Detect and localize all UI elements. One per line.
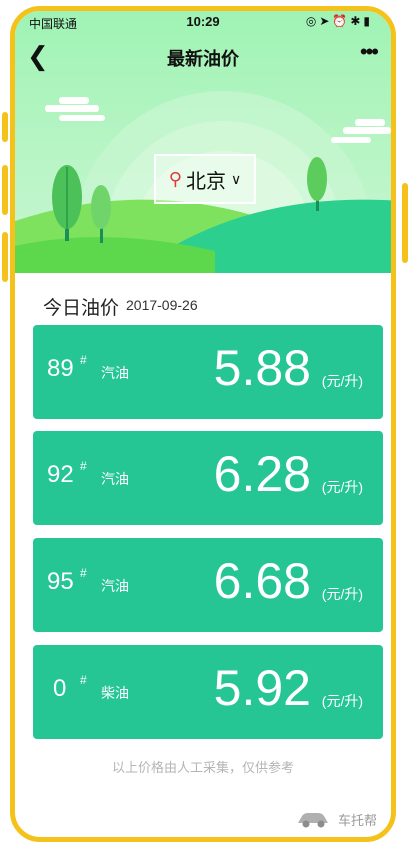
section-title: 今日油价 xyxy=(43,298,120,319)
fuel-grade: 95 xyxy=(47,568,74,595)
phone-side-button xyxy=(2,112,8,142)
price-card: 89 # 汽油 5.88 (元/升) xyxy=(33,325,383,419)
price-card: 0 # 柴油 5.92 (元/升) xyxy=(33,645,383,739)
brand-name: 车托帮 xyxy=(337,812,377,828)
fuel-type: 柴油 xyxy=(101,685,129,701)
phone-side-button xyxy=(2,232,8,282)
fuel-price: 5.92 xyxy=(213,660,311,716)
section-date: 2017-09-26 xyxy=(126,297,198,313)
status-bar: 中国联通 10:29 ◎➤⏰✱▮ xyxy=(15,11,391,33)
fuel-type: 汽油 xyxy=(101,365,129,381)
price-unit: (元/升) xyxy=(321,693,363,709)
disclaimer-text: 以上价格由人工采集，仅供参考 xyxy=(111,760,294,775)
price-unit: (元/升) xyxy=(321,586,363,602)
city-selector[interactable]: ⚲ 北京 ∨ xyxy=(154,154,256,204)
phone-side-button xyxy=(2,165,8,215)
fuel-price: 6.28 xyxy=(213,446,311,502)
chevron-down-icon: ∨ xyxy=(230,170,242,187)
more-dots-icon[interactable]: ••• xyxy=(360,39,379,65)
price-card: 92 # 汽油 6.28 (元/升) xyxy=(33,431,383,525)
grade-mark: # xyxy=(80,459,87,473)
fuel-type: 汽油 xyxy=(101,471,129,487)
city-name: 北京 xyxy=(185,170,226,193)
grade-mark: # xyxy=(80,566,87,580)
fuel-price: 5.88 xyxy=(213,340,311,396)
price-unit: (元/升) xyxy=(321,479,363,495)
navigation-bar: ❮ 最新油价 ••• xyxy=(15,33,391,79)
status-icons: ◎➤⏰✱▮ xyxy=(305,14,373,28)
brand-logo: 车托帮 xyxy=(294,809,377,829)
location-pin-icon: ⚲ xyxy=(168,168,182,189)
car-icon xyxy=(297,813,328,828)
grade-mark: # xyxy=(80,673,87,687)
fuel-grade: 92 xyxy=(47,461,74,488)
grade-mark: # xyxy=(80,353,87,367)
price-unit: (元/升) xyxy=(321,373,363,389)
phone-side-button xyxy=(402,183,408,263)
fuel-price: 6.68 xyxy=(213,553,311,609)
page-title: 最新油价 xyxy=(167,49,239,69)
price-card: 95 # 汽油 6.68 (元/升) xyxy=(33,538,383,632)
fuel-type: 汽油 xyxy=(101,578,129,594)
fuel-grade: 89 xyxy=(47,355,74,382)
header-banner: 中国联通 10:29 ◎➤⏰✱▮ ❮ 最新油价 ••• ⚲ 北京 ∨ xyxy=(15,11,391,273)
phone-frame: 中国联通 10:29 ◎➤⏰✱▮ ❮ 最新油价 ••• ⚲ 北京 ∨ 今日油价 … xyxy=(10,6,396,842)
fuel-grade: 0 xyxy=(53,675,67,702)
